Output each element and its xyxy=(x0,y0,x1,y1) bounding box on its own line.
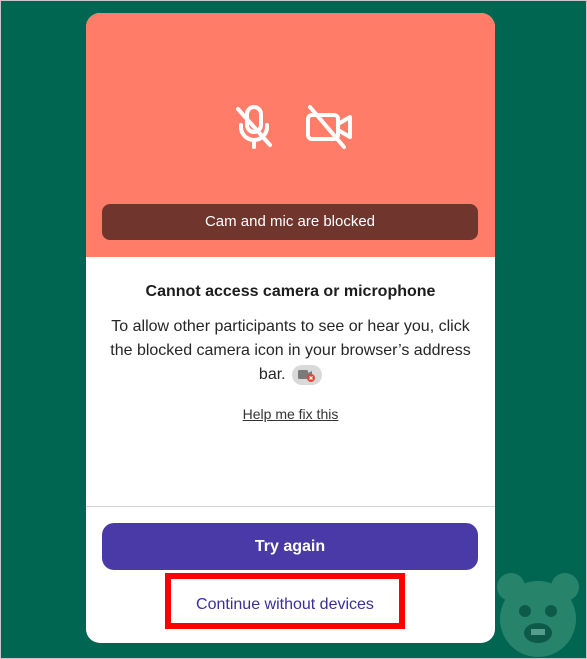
continue-without-devices-button[interactable]: Continue without devices xyxy=(171,579,399,623)
device-status-icons xyxy=(86,103,495,153)
camera-off-icon xyxy=(304,103,356,156)
help-fix-link[interactable]: Help me fix this xyxy=(86,406,495,422)
try-again-button[interactable]: Try again xyxy=(102,523,478,570)
divider xyxy=(86,506,495,507)
camera-preview: Cam and mic are blocked xyxy=(86,13,495,257)
blocked-camera-address-bar-icon xyxy=(292,364,323,385)
description-text: To allow other participants to see or he… xyxy=(110,318,471,383)
dialog-message: Cannot access camera or microphone To al… xyxy=(86,257,495,507)
dialog-title: Cannot access camera or microphone xyxy=(145,283,436,300)
dialog-description: To allow other participants to see or he… xyxy=(106,315,475,387)
mic-off-icon xyxy=(230,103,278,156)
bear-mascot-icon xyxy=(493,569,586,658)
page-background: Cam and mic are blocked Cannot access ca… xyxy=(0,0,587,659)
blocked-status-banner: Cam and mic are blocked xyxy=(102,204,478,240)
permissions-dialog: Cam and mic are blocked Cannot access ca… xyxy=(86,13,495,643)
